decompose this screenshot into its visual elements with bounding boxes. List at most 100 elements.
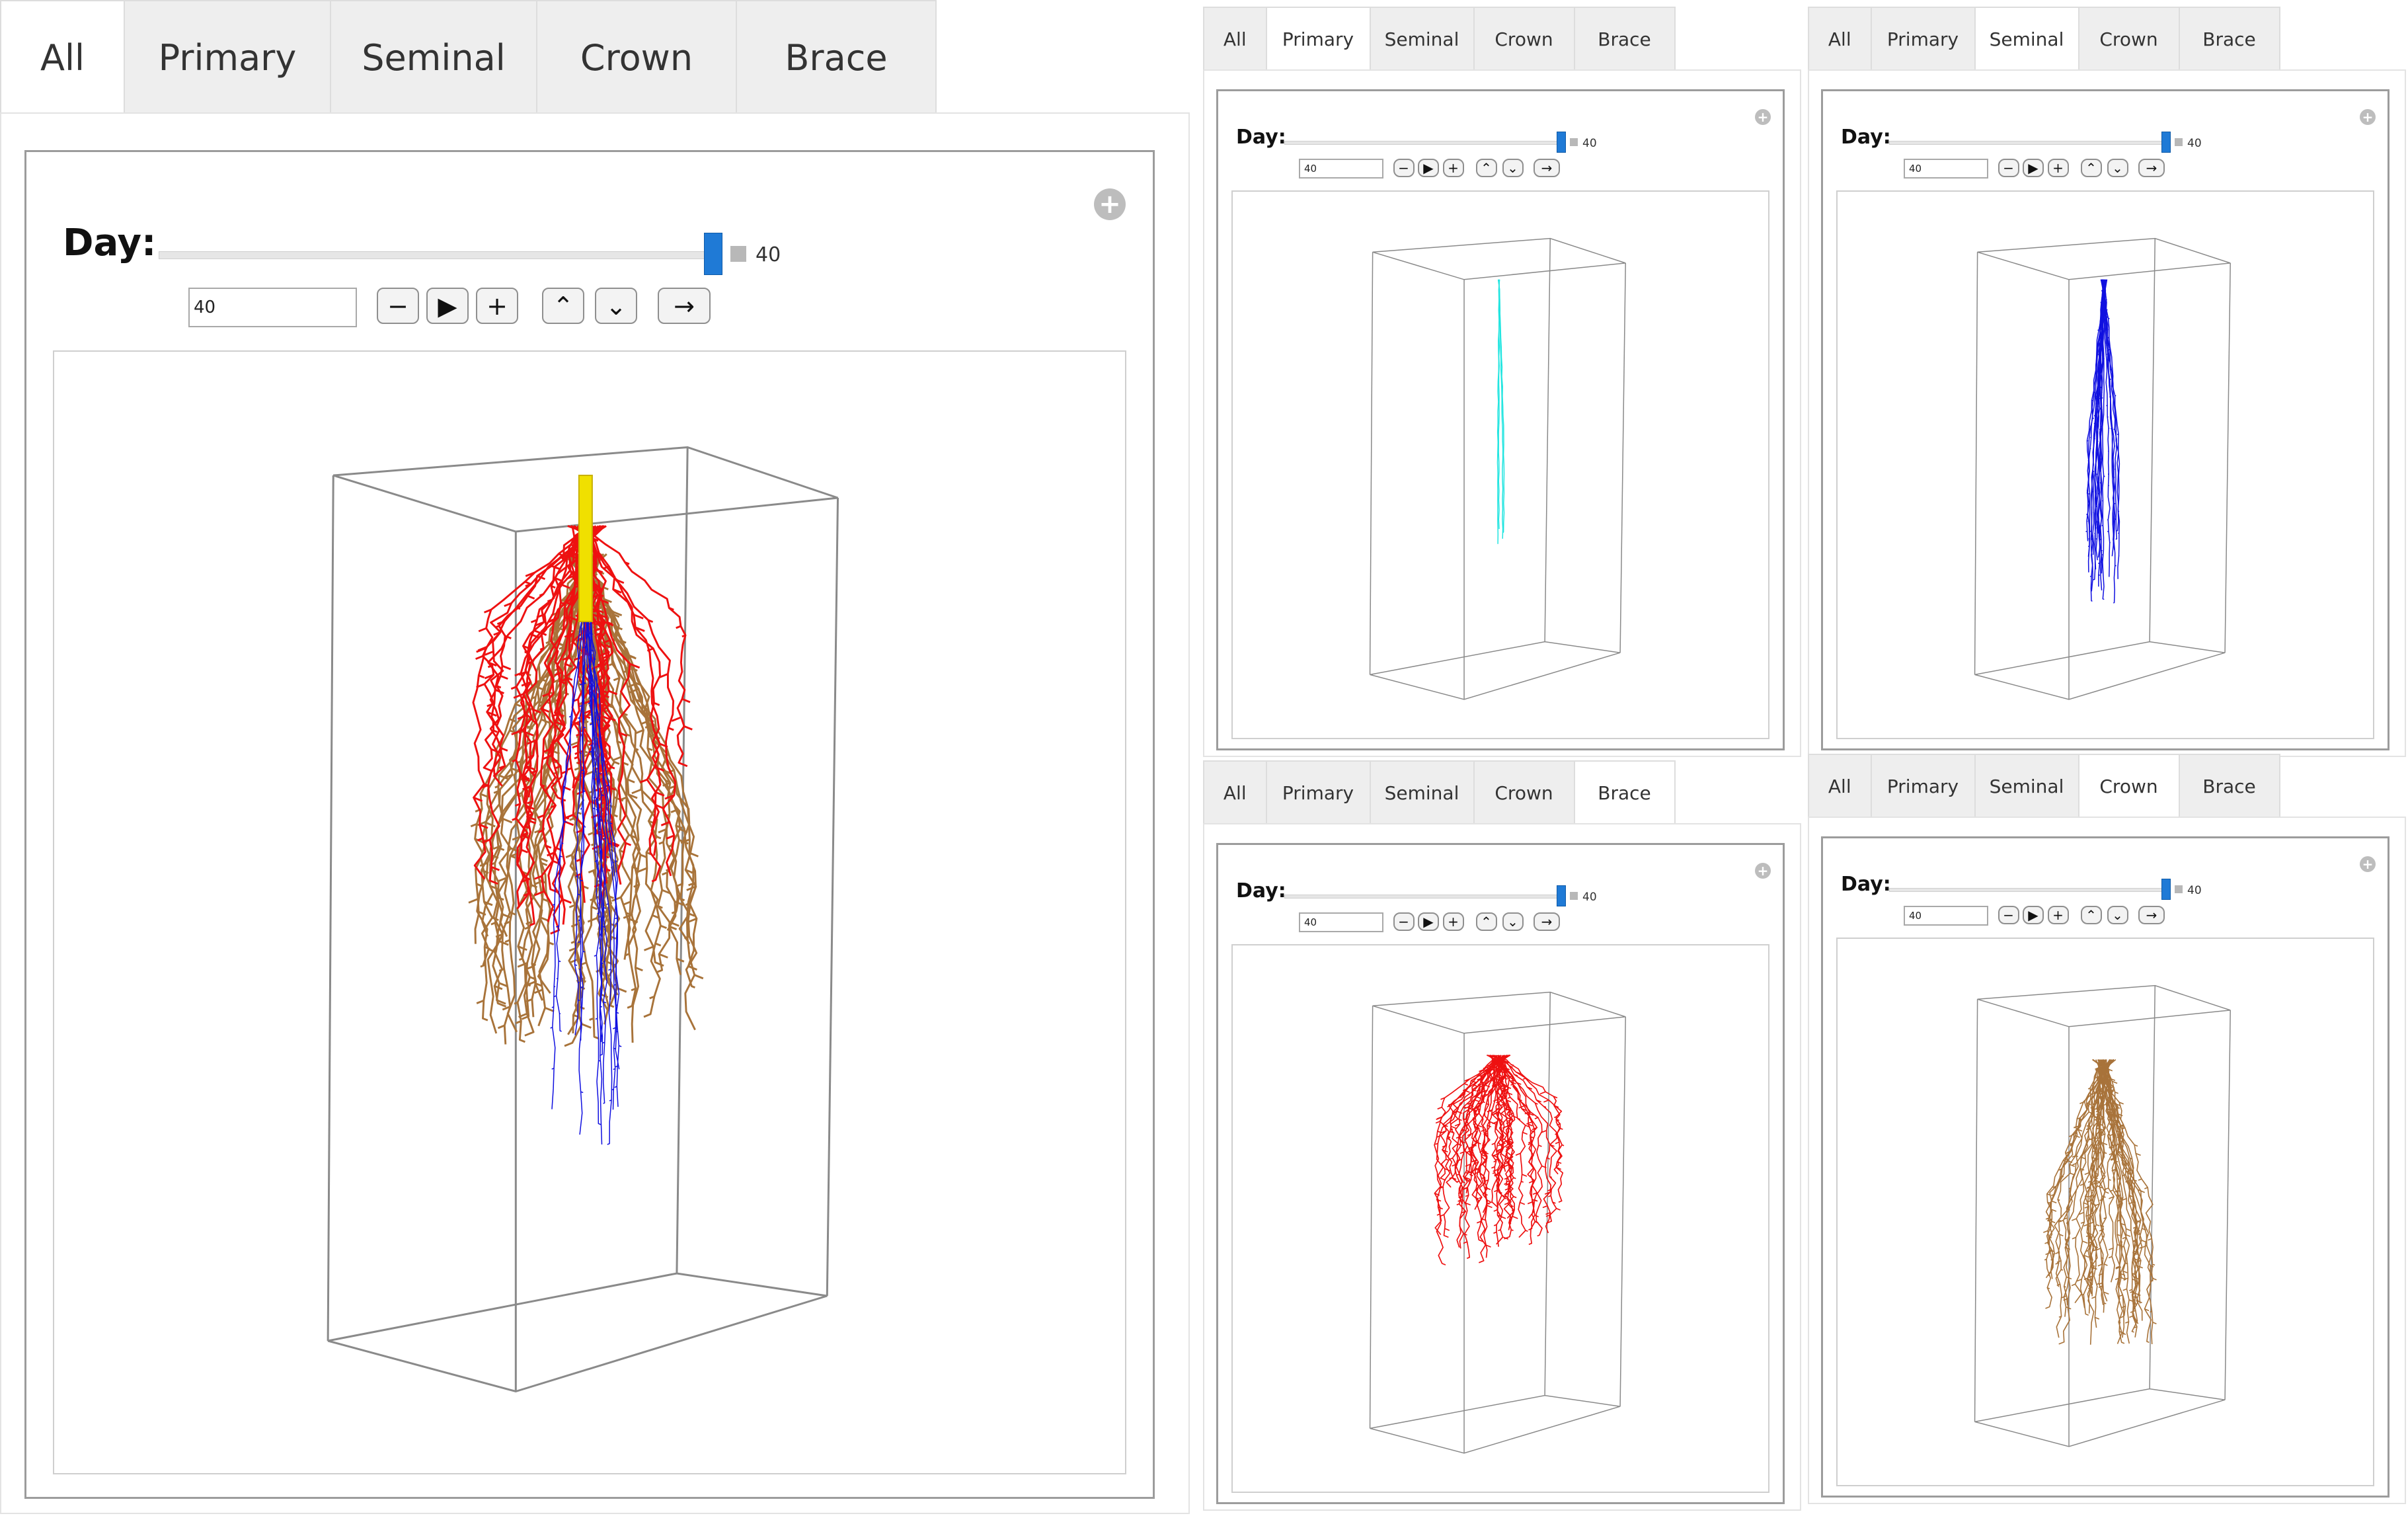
play-button[interactable]: ▶ — [426, 288, 469, 324]
tab-crown[interactable]: Crown — [537, 1, 737, 114]
day-slider[interactable] — [159, 251, 720, 259]
double-up-button[interactable]: ⌃ — [1475, 912, 1497, 931]
arrow-right-button[interactable]: → — [1534, 159, 1560, 177]
bounding-box-edge — [1543, 238, 1551, 642]
day-slider-thumb[interactable] — [2161, 878, 2171, 900]
tab-primary[interactable]: Primary — [1871, 755, 1976, 818]
panel: + Day: 40 −▶ + ⌃ ⌄ → — [0, 112, 1190, 1514]
tab-bar: All Primary Seminal Crown Brace — [1808, 754, 2280, 818]
tab-primary[interactable]: Primary — [1266, 8, 1371, 71]
root-3d-viewer[interactable] — [1231, 190, 1769, 739]
arrow-right-button[interactable]: → — [2138, 906, 2165, 924]
tab-crown[interactable]: Crown — [2079, 8, 2180, 71]
add-icon[interactable]: + — [1755, 863, 1771, 879]
day-slider[interactable] — [1888, 887, 2170, 892]
day-slider[interactable] — [1888, 140, 2170, 145]
tab-bar: All Primary Seminal Crown Brace — [1203, 760, 1676, 824]
day-input[interactable] — [1299, 159, 1383, 179]
add-icon[interactable]: + — [2360, 856, 2376, 872]
slider-square-icon — [1570, 891, 1578, 900]
day-slider[interactable] — [1284, 140, 1565, 145]
tab-seminal[interactable]: Seminal — [1975, 8, 2079, 71]
day-slider-thumb[interactable] — [1557, 885, 1566, 906]
tab-brace[interactable]: Brace — [2179, 755, 2279, 818]
add-icon[interactable]: + — [1094, 188, 1126, 220]
tab-all[interactable]: All — [1809, 755, 1872, 818]
day-label: Day: — [1236, 879, 1286, 902]
day-slider-thumb[interactable] — [704, 233, 722, 275]
play-button[interactable]: ▶ — [2023, 159, 2044, 177]
bounding-box-bottom — [1369, 1394, 1620, 1454]
arrow-right-icon: → — [2146, 906, 2157, 923]
plus-button[interactable]: + — [2047, 906, 2069, 924]
minus-button[interactable]: − — [1998, 159, 2019, 177]
day-slider[interactable] — [1284, 894, 1565, 899]
bounding-box-bottom — [1974, 1388, 2225, 1447]
tab-crown[interactable]: Crown — [1474, 8, 1575, 71]
minus-button[interactable]: − — [1393, 159, 1415, 177]
tab-all[interactable]: All — [1204, 8, 1267, 71]
double-up-button[interactable]: ⌃ — [2080, 159, 2102, 177]
play-button[interactable]: ▶ — [2023, 906, 2044, 924]
day-input[interactable] — [1904, 159, 1988, 179]
arrow-right-icon: → — [674, 291, 695, 321]
tab-primary[interactable]: Primary — [125, 1, 331, 114]
tab-seminal[interactable]: Seminal — [1975, 755, 2079, 818]
minus-button[interactable]: − — [1998, 906, 2019, 924]
play-icon: ▶ — [2028, 159, 2039, 176]
play-button[interactable]: ▶ — [1418, 159, 1439, 177]
plus-button[interactable]: + — [1442, 159, 1464, 177]
plus-icon: + — [2052, 906, 2064, 923]
root-3d-viewer[interactable] — [1836, 937, 2374, 1486]
day-input[interactable] — [188, 288, 357, 327]
tab-crown[interactable]: Crown — [1474, 762, 1575, 824]
tab-all[interactable]: All — [1, 1, 125, 114]
arrow-right-button[interactable]: → — [658, 288, 711, 324]
root-3d-viewer[interactable] — [1836, 190, 2374, 739]
double-down-button[interactable]: ⌄ — [2107, 906, 2128, 924]
double-down-button[interactable]: ⌄ — [1502, 912, 1524, 931]
double-down-button[interactable]: ⌄ — [1502, 159, 1524, 177]
root-3d-viewer[interactable] — [53, 350, 1126, 1474]
root-system-svg — [1369, 237, 1626, 700]
double-down-button[interactable]: ⌄ — [2107, 159, 2128, 177]
tab-all[interactable]: All — [1204, 762, 1267, 824]
arrow-right-button[interactable]: → — [2138, 159, 2165, 177]
double-up-button[interactable]: ⌃ — [1475, 159, 1497, 177]
tab-seminal[interactable]: Seminal — [1370, 8, 1475, 71]
tab-seminal[interactable]: Seminal — [331, 1, 537, 114]
tab-seminal[interactable]: Seminal — [1370, 762, 1475, 824]
minus-button[interactable]: − — [377, 288, 419, 324]
tab-all[interactable]: All — [1809, 8, 1872, 71]
double-up-button[interactable]: ⌃ — [542, 288, 584, 324]
play-icon: ▶ — [1423, 159, 1434, 176]
day-input[interactable] — [1299, 912, 1383, 932]
bounding-box-top — [1976, 237, 2230, 280]
day-slider-thumb[interactable] — [1557, 131, 1566, 153]
add-icon[interactable]: + — [2360, 109, 2376, 125]
tab-brace[interactable]: Brace — [2179, 8, 2279, 71]
tab-brace[interactable]: Brace — [1574, 762, 1674, 824]
tab-brace[interactable]: Brace — [737, 1, 935, 114]
tab-crown[interactable]: Crown — [2079, 755, 2180, 818]
double-up-button[interactable]: ⌃ — [2080, 906, 2102, 924]
plus-button[interactable]: + — [1442, 912, 1464, 931]
bounding-box-top — [1372, 991, 1625, 1034]
add-icon[interactable]: + — [1755, 109, 1771, 125]
minus-icon: − — [1398, 913, 1409, 930]
plus-button[interactable]: + — [2047, 159, 2069, 177]
play-button[interactable]: ▶ — [1418, 912, 1439, 931]
day-input[interactable] — [1904, 906, 1988, 926]
crown-root-strand — [1455, 1054, 1498, 1248]
arrow-right-button[interactable]: → — [1534, 912, 1560, 931]
minus-icon: − — [2003, 159, 2014, 176]
double-down-button[interactable]: ⌄ — [595, 288, 637, 324]
tab-primary[interactable]: Primary — [1871, 8, 1976, 71]
tab-brace[interactable]: Brace — [1574, 8, 1674, 71]
root-3d-viewer[interactable] — [1231, 943, 1769, 1493]
minus-button[interactable]: − — [1393, 912, 1415, 931]
tab-primary[interactable]: Primary — [1266, 762, 1371, 824]
plus-button[interactable]: + — [476, 288, 518, 324]
day-slider-thumb[interactable] — [2161, 131, 2171, 153]
day-value: 40 — [2187, 136, 2202, 150]
